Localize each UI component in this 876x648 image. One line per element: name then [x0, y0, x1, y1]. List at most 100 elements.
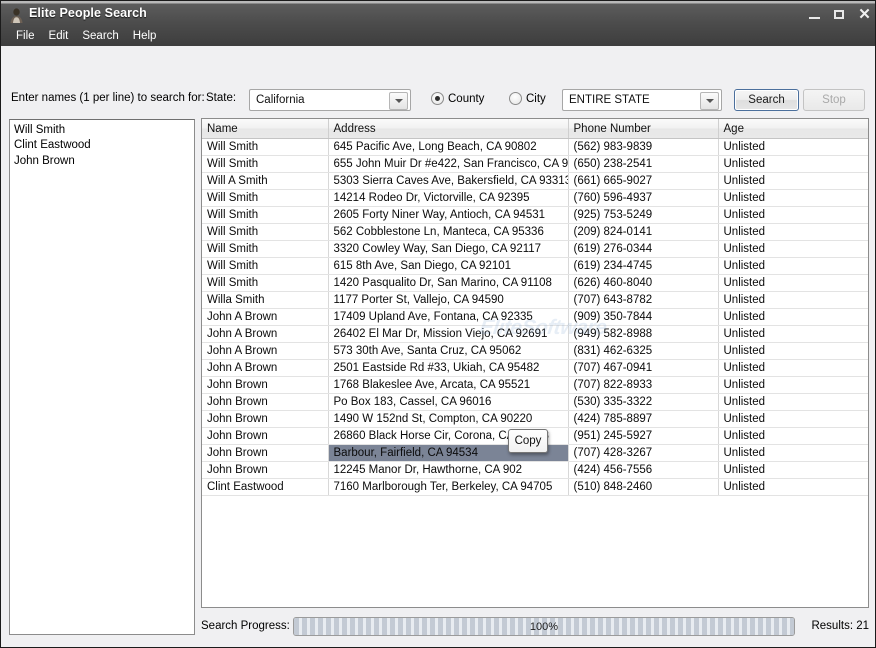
table-cell[interactable]: 2501 Eastside Rd #33, Ukiah, CA 95482 [328, 359, 569, 377]
column-header-name[interactable]: Name [202, 119, 329, 139]
table-cell[interactable]: 615 8th Ave, San Diego, CA 92101 [328, 257, 569, 275]
table-cell[interactable]: John A Brown [202, 342, 329, 360]
table-cell[interactable]: 1768 Blakeslee Ave, Arcata, CA 95521 [328, 376, 569, 394]
table-cell[interactable]: Unlisted [718, 359, 868, 377]
table-row[interactable]: Will Smith 562 Cobblestone Ln, Manteca, C… [202, 223, 868, 241]
table-cell[interactable]: Unlisted [718, 461, 868, 479]
radio-city[interactable]: City [509, 92, 546, 105]
table-cell[interactable]: Unlisted [718, 257, 868, 275]
table-cell[interactable]: Unlisted [718, 325, 868, 343]
menu-item-search[interactable]: Search [75, 28, 125, 44]
search-button[interactable]: Search [734, 89, 799, 111]
results-table-container[interactable]: Name Address Phone Number Age Will Smith… [201, 118, 869, 608]
table-cell[interactable]: John Brown [202, 410, 329, 428]
table-cell[interactable]: 1177 Porter St, Vallejo, CA 94590 [328, 291, 569, 309]
table-cell[interactable]: 1490 W 152nd St, Compton, CA 90220 [328, 410, 569, 428]
table-row[interactable]: Will A Smith 5303 Sierra Caves Ave, Baker… [202, 172, 868, 190]
table-cell[interactable]: Unlisted [718, 427, 868, 445]
table-cell[interactable]: 14214 Rodeo Dr, Victorville, CA 92395 [328, 189, 569, 207]
table-row[interactable]: John A Brown 2501 Eastside Rd #33, Ukiah,… [202, 359, 868, 377]
table-cell[interactable]: (707) 428-3267 [568, 444, 719, 462]
table-cell[interactable]: Unlisted [718, 155, 868, 173]
table-cell[interactable]: (209) 824-0141 [568, 223, 719, 241]
table-cell[interactable]: (707) 467-0941 [568, 359, 719, 377]
table-cell[interactable]: (909) 350-7844 [568, 308, 719, 326]
table-row[interactable]: Will Smith 615 8th Ave, San Diego, CA 921… [202, 257, 868, 275]
table-cell[interactable]: Will A Smith [202, 172, 329, 190]
table-cell[interactable]: (510) 848-2460 [568, 478, 719, 496]
table-cell[interactable]: John Brown [202, 444, 329, 462]
names-input[interactable]: Will Smith Clint Eastwood John Brown [9, 119, 195, 635]
table-cell[interactable]: John Brown [202, 427, 329, 445]
table-cell[interactable]: Clint Eastwood [202, 478, 329, 496]
table-row[interactable]: John A Brown 17409 Upland Ave, Fontana, C… [202, 308, 868, 326]
maximize-icon[interactable] [833, 8, 846, 22]
table-cell[interactable]: Unlisted [718, 308, 868, 326]
table-cell[interactable]: John Brown [202, 376, 329, 394]
column-header-age[interactable]: Age [718, 119, 868, 139]
chevron-down-icon[interactable] [700, 92, 719, 110]
table-cell[interactable]: (562) 983-9839 [568, 138, 719, 156]
table-cell[interactable]: Unlisted [718, 240, 868, 258]
table-cell[interactable]: Unlisted [718, 342, 868, 360]
table-cell[interactable]: Will Smith [202, 257, 329, 275]
table-cell[interactable]: Unlisted [718, 291, 868, 309]
copy-tooltip[interactable]: Copy [508, 429, 548, 453]
table-cell[interactable]: (626) 460-8040 [568, 274, 719, 292]
table-cell[interactable]: Unlisted [718, 478, 868, 496]
table-cell[interactable]: 655 John Muir Dr #e422, San Francisco, C… [328, 155, 569, 173]
table-row[interactable]: Clint Eastwood 7160 Marlborough Ter, Berk… [202, 478, 868, 496]
table-cell[interactable]: (707) 643-8782 [568, 291, 719, 309]
table-row[interactable]: John Brown 1768 Blakeslee Ave, Arcata, CA… [202, 376, 868, 394]
table-cell[interactable]: John Brown [202, 393, 329, 411]
table-cell[interactable]: Will Smith [202, 206, 329, 224]
area-select[interactable]: ENTIRE STATE [562, 89, 722, 111]
radio-county-indicator[interactable] [431, 92, 444, 105]
minimize-icon[interactable] [808, 8, 821, 22]
table-cell[interactable]: Unlisted [718, 189, 868, 207]
table-cell[interactable]: Unlisted [718, 376, 868, 394]
close-icon[interactable]: ✕ [858, 7, 871, 22]
table-cell[interactable]: (925) 753-5249 [568, 206, 719, 224]
table-row[interactable]: Will Smith 14214 Rodeo Dr, Victorville, C… [202, 189, 868, 207]
table-row[interactable]: John A Brown 26402 El Mar Dr, Mission Vie… [202, 325, 868, 343]
table-cell[interactable]: (707) 822-8933 [568, 376, 719, 394]
table-cell[interactable]: (831) 462-6325 [568, 342, 719, 360]
menu-item-file[interactable]: File [9, 28, 42, 44]
table-row[interactable]: Will Smith 2605 Forty Niner Way, Antioch,… [202, 206, 868, 224]
table-cell[interactable]: (424) 785-8897 [568, 410, 719, 428]
menu-item-help[interactable]: Help [126, 28, 164, 44]
table-row[interactable]: John Brown 1490 W 152nd St, Compton, CA 9… [202, 410, 868, 428]
table-cell[interactable]: 12245 Manor Dr, Hawthorne, CA 902 [328, 461, 569, 479]
state-select[interactable]: California [249, 89, 411, 111]
column-header-phone[interactable]: Phone Number [568, 119, 719, 139]
table-row[interactable]: Willa Smith 1177 Porter St, Vallejo, CA 9… [202, 291, 868, 309]
table-cell[interactable]: Unlisted [718, 138, 868, 156]
title-bar[interactable]: Elite People Search ✕ [1, 3, 875, 27]
table-row[interactable]: Will Smith 655 John Muir Dr #e422, San Fr… [202, 155, 868, 173]
table-cell[interactable]: Will Smith [202, 189, 329, 207]
table-cell[interactable]: Po Box 183, Cassel, CA 96016 [328, 393, 569, 411]
table-cell[interactable]: 562 Cobblestone Ln, Manteca, CA 95336 [328, 223, 569, 241]
table-cell[interactable]: (661) 665-9027 [568, 172, 719, 190]
table-cell[interactable]: John A Brown [202, 325, 329, 343]
table-cell[interactable]: (530) 335-3322 [568, 393, 719, 411]
table-cell[interactable]: John Brown [202, 461, 329, 479]
table-cell[interactable]: Unlisted [718, 410, 868, 428]
table-cell[interactable]: Will Smith [202, 155, 329, 173]
table-row[interactable]: Will Smith 1420 Pasqualito Dr, San Marino… [202, 274, 868, 292]
table-cell[interactable]: (619) 234-4745 [568, 257, 719, 275]
table-cell[interactable]: Will Smith [202, 274, 329, 292]
table-cell[interactable]: Unlisted [718, 223, 868, 241]
table-cell[interactable]: 17409 Upland Ave, Fontana, CA 92335 [328, 308, 569, 326]
table-cell[interactable]: 1420 Pasqualito Dr, San Marino, CA 91108 [328, 274, 569, 292]
table-cell[interactable]: 645 Pacific Ave, Long Beach, CA 90802 [328, 138, 569, 156]
table-row[interactable]: John A Brown 573 30th Ave, Santa Cruz, CA… [202, 342, 868, 360]
table-cell[interactable]: 573 30th Ave, Santa Cruz, CA 95062 [328, 342, 569, 360]
table-cell[interactable]: (760) 596-4937 [568, 189, 719, 207]
table-cell[interactable]: (949) 582-8988 [568, 325, 719, 343]
table-row[interactable]: Will Smith 3320 Cowley Way, San Diego, CA… [202, 240, 868, 258]
table-cell[interactable]: Will Smith [202, 240, 329, 258]
chevron-down-icon[interactable] [389, 92, 408, 110]
table-cell[interactable]: (424) 456-7556 [568, 461, 719, 479]
